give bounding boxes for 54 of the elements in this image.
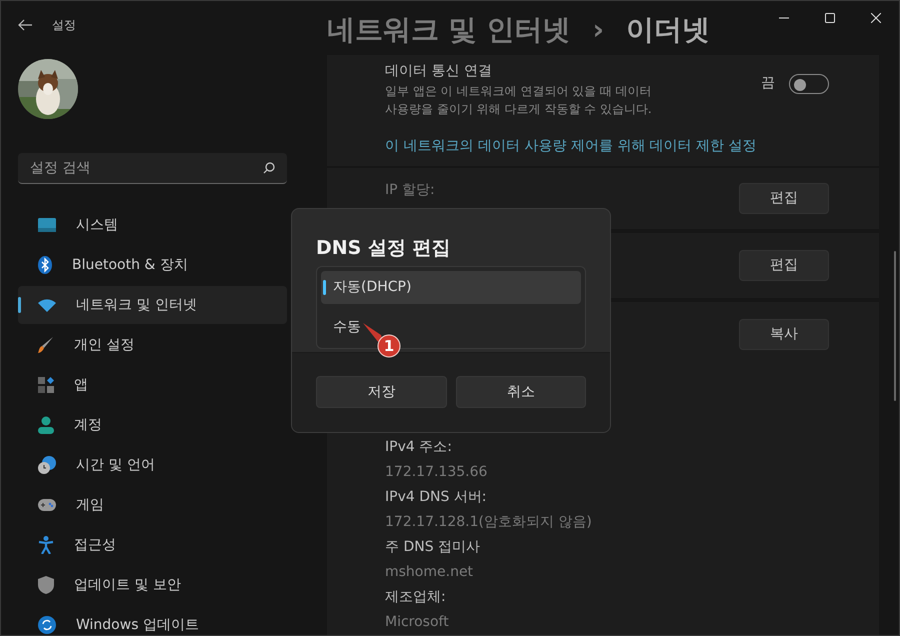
- action-button[interactable]: 편집: [739, 250, 829, 281]
- sidebar-item[interactable]: 네트워크 및 인터넷: [18, 286, 287, 324]
- property-value: 172.17.128.1(암호화되지 않음): [385, 512, 593, 532]
- toggle-state-label: 끔: [761, 74, 775, 94]
- property-label: 제조업체:: [385, 588, 447, 607]
- action-button[interactable]: 복사: [739, 318, 829, 350]
- apps-icon: [38, 377, 54, 393]
- data-limit-link[interactable]: 이 네트워크의 데이터 사용량 제어를 위해 데이터 제한 설정: [385, 136, 757, 157]
- accessibility-icon: [38, 536, 54, 554]
- property-value: Microsoft: [385, 612, 450, 632]
- breadcrumb-separator: ›: [592, 12, 604, 48]
- shield-icon: [38, 576, 54, 594]
- globe-clock-icon: [38, 456, 56, 474]
- sidebar-item[interactable]: 시간 및 언어: [18, 446, 287, 484]
- property-value: 172.17.135.66: [385, 462, 488, 482]
- app-title: 설정: [52, 17, 76, 34]
- dialog-title: DNS 설정 편집: [316, 236, 451, 261]
- sidebar-item[interactable]: 계정: [18, 406, 287, 444]
- callout-number: 1: [382, 336, 396, 357]
- breadcrumb-link[interactable]: 네트워크 및 인터넷: [327, 9, 570, 51]
- monitor-icon: [38, 218, 56, 232]
- setting-label: IP 할당:: [385, 181, 435, 200]
- toggle-switch[interactable]: [789, 74, 829, 94]
- sidebar-item[interactable]: 시스템: [18, 206, 287, 244]
- action-button[interactable]: 편집: [739, 182, 829, 214]
- close-icon[interactable]: [871, 13, 881, 23]
- sync-icon: [38, 616, 56, 634]
- property-value: mshome.net: [385, 562, 474, 582]
- sidebar-item[interactable]: 업데이트 및 보안: [18, 566, 287, 604]
- property-label: 주 DNS 접미사: [385, 538, 482, 557]
- sidebar-item[interactable]: 개인 설정: [18, 326, 287, 364]
- bluetooth-icon: [38, 256, 52, 274]
- search-field[interactable]: 설정 검색: [18, 153, 287, 184]
- brush-icon: [38, 336, 54, 354]
- sidebar-item[interactable]: Windows 업데이트: [18, 606, 287, 636]
- scrollbar-thumb[interactable]: [894, 251, 896, 401]
- setting-description: 일부 앱은 이 네트워크에 연결되어 있을 때 데이터 사용량을 줄이기 위해 다르게 작동할 수 있습니다.: [385, 82, 652, 118]
- save-button[interactable]: 저장: [316, 376, 446, 408]
- property-label: IPv4 DNS 서버:: [385, 488, 488, 507]
- gamepad-icon: [38, 499, 56, 511]
- cancel-button[interactable]: 취소: [456, 376, 586, 408]
- sidebar-item[interactable]: 앱: [18, 366, 287, 404]
- search-icon: [263, 162, 275, 174]
- property-label: IPv4 주소:: [385, 438, 453, 457]
- sidebar-item[interactable]: Bluetooth & 장치: [18, 246, 287, 284]
- option-item[interactable]: 자동(DHCP): [321, 271, 581, 304]
- back-icon[interactable]: [18, 19, 32, 31]
- sidebar-item[interactable]: 접근성: [18, 526, 287, 564]
- sidebar-item[interactable]: 게임: [18, 486, 287, 524]
- wifi-icon: [38, 298, 56, 312]
- maximize-icon[interactable]: [825, 13, 835, 23]
- page-title: 이더넷: [626, 12, 710, 48]
- person-icon: [38, 416, 54, 434]
- setting-title: 데이터 통신 연결: [385, 62, 493, 81]
